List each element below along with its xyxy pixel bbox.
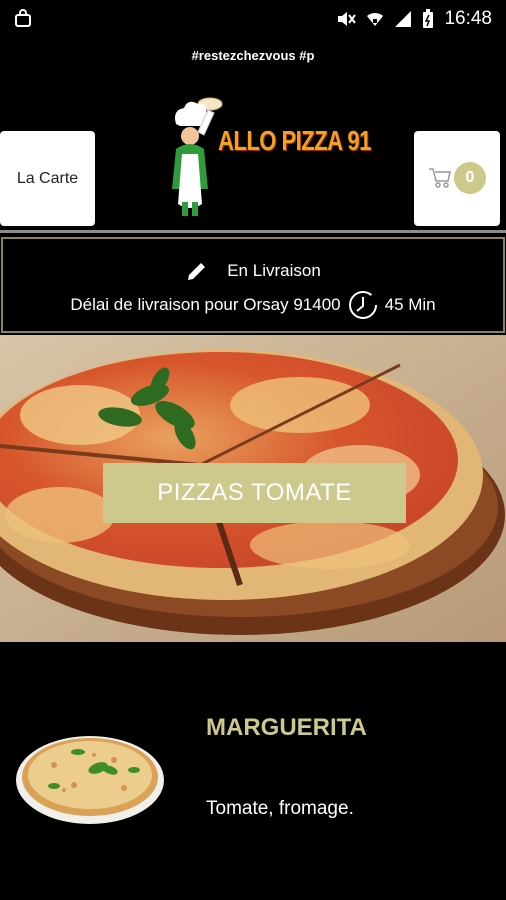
- marquee-text: #restezchezvous #p: [191, 48, 315, 63]
- header-divider: [0, 230, 506, 233]
- delivery-mode: En Livraison: [227, 261, 321, 280]
- logo-text: ALLO PIZZA 91: [218, 124, 371, 156]
- status-bar: 16:48: [0, 0, 506, 36]
- mute-icon: [338, 12, 357, 26]
- chef-logo-icon: [172, 97, 223, 216]
- battery-icon: [423, 9, 434, 28]
- product-image: [16, 736, 164, 824]
- status-time: 16:48: [444, 8, 492, 29]
- clock-icon: [348, 291, 377, 319]
- delivery-info-box[interactable]: En Livraison Délai de livraison pour Ors…: [1, 237, 505, 333]
- product-name: MARGUERITA: [206, 714, 367, 741]
- category-button[interactable]: PIZZAS TOMATE: [103, 463, 406, 523]
- product-description: Tomate, fromage.: [206, 798, 354, 819]
- signal-icon: [395, 11, 412, 27]
- cart-count-badge: 0: [454, 162, 486, 194]
- cart-button[interactable]: 0: [414, 131, 500, 226]
- menu-button[interactable]: La Carte: [0, 131, 95, 226]
- pencil-icon: [188, 261, 207, 280]
- delivery-delay-value: 45 Min: [384, 295, 436, 314]
- delivery-delay-label: Délai de livraison pour Orsay 91400: [70, 295, 341, 314]
- product-item[interactable]: MARGUERITA Tomate, fromage.: [0, 642, 506, 900]
- app-header: La Carte ALLO PIZZA 91 0: [0, 88, 506, 233]
- wifi-icon: [367, 12, 384, 26]
- shopping-bag-icon: [15, 9, 31, 27]
- cart-icon: [429, 168, 451, 188]
